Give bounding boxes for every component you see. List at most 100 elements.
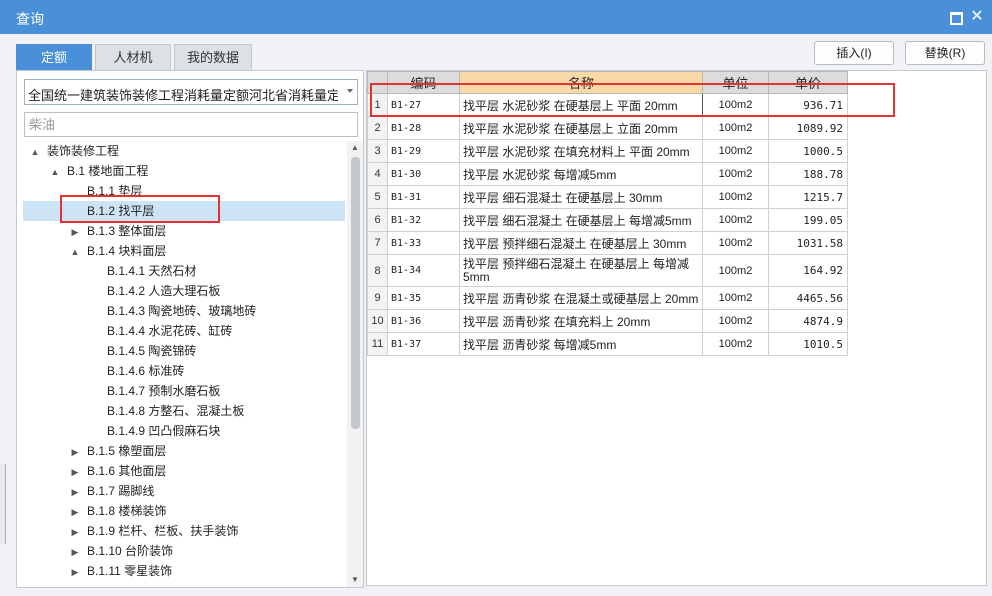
tree-item[interactable]: ▶ B.1.11 零星装饰 bbox=[69, 561, 173, 582]
tree-item[interactable]: B.1.4.3 陶瓷地砖、玻璃地砖 bbox=[89, 301, 256, 321]
expand-icon[interactable]: ▶ bbox=[69, 502, 81, 522]
table-row[interactable]: 9 B1-35 找平层 沥青砂浆 在混凝土或硬基层上 20mm 100m2 4465.5… bbox=[367, 286, 848, 310]
row-index[interactable]: 6 bbox=[367, 208, 388, 232]
table-row[interactable]: 8 B1-34 找平层 预拌细石混凝土 在硬基层上 每增减5mm 100m2 164.9… bbox=[367, 254, 848, 287]
cell-code[interactable]: B1-28 bbox=[387, 116, 460, 140]
expand-icon[interactable]: ▶ bbox=[69, 522, 81, 542]
cell-name[interactable]: 找平层 沥青砂浆 在填充料上 20mm bbox=[459, 309, 703, 333]
cell-code[interactable]: B1-35 bbox=[387, 286, 460, 310]
cell-name[interactable]: 找平层 沥青砂浆 每增减5mm bbox=[459, 332, 703, 356]
cell-unit[interactable]: 100m2 bbox=[702, 231, 769, 255]
tree-item[interactable]: ▶ B.1.7 踢脚线 bbox=[69, 481, 155, 502]
tree-item[interactable]: ▲ B.1 楼地面工程 bbox=[49, 161, 149, 182]
cell-name[interactable]: 找平层 预拌细石混凝土 在硬基层上 30mm bbox=[459, 231, 703, 255]
row-index[interactable]: 10 bbox=[367, 309, 388, 333]
cell-price[interactable]: 1215.7 bbox=[768, 185, 848, 209]
replace-button[interactable]: 替换(R) bbox=[905, 41, 985, 65]
cell-unit[interactable]: 100m2 bbox=[702, 286, 769, 310]
expand-icon[interactable]: ▶ bbox=[69, 482, 81, 502]
cell-price[interactable]: 1000.5 bbox=[768, 139, 848, 163]
table-row[interactable]: 4 B1-30 找平层 水泥砂浆 每增减5mm 100m2 188.78 bbox=[367, 162, 848, 186]
tree-item[interactable]: ▶ B.1.3 整体面层 bbox=[69, 221, 167, 241]
tree-item[interactable]: B.1.4.8 方整石、混凝土板 bbox=[89, 401, 244, 421]
row-index[interactable]: 9 bbox=[367, 286, 388, 310]
tree-item[interactable]: B.1.4.1 天然石材 bbox=[89, 261, 196, 281]
row-index[interactable]: 11 bbox=[367, 332, 388, 356]
cell-code[interactable]: B1-37 bbox=[387, 332, 460, 356]
collapse-icon[interactable]: ▲ bbox=[49, 162, 61, 182]
row-index[interactable]: 4 bbox=[367, 162, 388, 186]
scrollbar-thumb[interactable] bbox=[351, 157, 360, 429]
cell-price[interactable]: 1031.58 bbox=[768, 231, 848, 255]
tab-my-data[interactable]: 我的数据 bbox=[174, 44, 252, 70]
cell-name[interactable]: 找平层 预拌细石混凝土 在硬基层上 每增减5mm bbox=[459, 254, 703, 287]
collapse-icon[interactable]: ▲ bbox=[69, 242, 81, 262]
tree-item[interactable]: ▶ B.1.5 橡塑面层 bbox=[69, 441, 167, 462]
cell-name[interactable]: 找平层 细石混凝土 在硬基层上 30mm bbox=[459, 185, 703, 209]
cell-unit[interactable]: 100m2 bbox=[702, 185, 769, 209]
cell-code[interactable]: B1-32 bbox=[387, 208, 460, 232]
cell-code[interactable]: B1-29 bbox=[387, 139, 460, 163]
tree-item[interactable]: B.1.4.4 水泥花砖、缸砖 bbox=[89, 321, 232, 341]
cell-unit[interactable]: 100m2 bbox=[702, 309, 769, 333]
cell-name[interactable]: 找平层 水泥砂浆 每增减5mm bbox=[459, 162, 703, 186]
tree-scrollbar[interactable]: ▲ ▼ bbox=[347, 141, 363, 587]
cell-price[interactable]: 4465.56 bbox=[768, 286, 848, 310]
table-row[interactable]: 7 B1-33 找平层 预拌细石混凝土 在硬基层上 30mm 100m2 1031.58 bbox=[367, 231, 848, 255]
tree-item[interactable]: ▲ 装饰装修工程 bbox=[29, 141, 119, 161]
cell-unit[interactable]: 100m2 bbox=[702, 139, 769, 163]
cell-name[interactable]: 找平层 水泥砂浆 在填充材料上 平面 20mm bbox=[459, 139, 703, 163]
cell-price[interactable]: 164.92 bbox=[768, 254, 848, 287]
cell-code[interactable]: B1-30 bbox=[387, 162, 460, 186]
chevron-down-icon[interactable] bbox=[347, 89, 353, 93]
tree-item[interactable]: ▶ B.1.10 台阶装饰 bbox=[69, 541, 174, 562]
scroll-up-icon[interactable]: ▲ bbox=[347, 141, 363, 155]
row-index[interactable]: 3 bbox=[367, 139, 388, 163]
tree-item[interactable]: ▶ B.1.9 栏杆、栏板、扶手装饰 bbox=[69, 521, 239, 542]
expand-icon[interactable]: ▶ bbox=[69, 442, 81, 462]
cell-price[interactable]: 199.05 bbox=[768, 208, 848, 232]
close-icon[interactable]: ✕ bbox=[968, 8, 986, 26]
table-row[interactable]: 10 B1-36 找平层 沥青砂浆 在填充料上 20mm 100m2 4874.9 bbox=[367, 309, 848, 333]
table-row[interactable]: 11 B1-37 找平层 沥青砂浆 每增减5mm 100m2 1010.5 bbox=[367, 332, 848, 356]
tree-item[interactable]: ▶ B.1.8 楼梯装饰 bbox=[69, 501, 167, 522]
library-select[interactable]: 全国统一建筑装饰装修工程消耗量定额河北省消耗量定额(20 bbox=[24, 79, 358, 105]
tree-item[interactable]: ▶ B.1.6 其他面层 bbox=[69, 461, 167, 482]
tree-item[interactable]: B.1.4.7 预制水磨石板 bbox=[89, 381, 220, 401]
tree-item[interactable]: ▲ B.1.4 块料面层 bbox=[69, 241, 167, 262]
tab-labor-material-machine[interactable]: 人材机 bbox=[95, 44, 171, 70]
tree-item[interactable]: B.1.4.5 陶瓷锦砖 bbox=[89, 341, 196, 361]
tab-quota[interactable]: 定额 bbox=[16, 44, 92, 70]
search-field[interactable] bbox=[24, 112, 358, 137]
expand-icon[interactable]: ▶ bbox=[69, 542, 81, 562]
cell-code[interactable]: B1-36 bbox=[387, 309, 460, 333]
collapse-icon[interactable]: ▲ bbox=[29, 142, 41, 162]
row-index[interactable]: 5 bbox=[367, 185, 388, 209]
table-row[interactable]: 3 B1-29 找平层 水泥砂浆 在填充材料上 平面 20mm 100m2 1000.5 bbox=[367, 139, 848, 163]
expand-icon[interactable]: ▶ bbox=[69, 562, 81, 582]
table-row[interactable]: 5 B1-31 找平层 细石混凝土 在硬基层上 30mm 100m2 1215.7 bbox=[367, 185, 848, 209]
cell-unit[interactable]: 100m2 bbox=[702, 208, 769, 232]
cell-unit[interactable]: 100m2 bbox=[702, 254, 769, 287]
cell-code[interactable]: B1-31 bbox=[387, 185, 460, 209]
tree-item[interactable]: B.1.4.6 标准砖 bbox=[89, 361, 184, 381]
cell-price[interactable]: 188.78 bbox=[768, 162, 848, 186]
cell-price[interactable]: 1089.92 bbox=[768, 116, 848, 140]
tree-item[interactable]: B.1.4.9 凹凸假麻石块 bbox=[89, 421, 220, 441]
cell-price[interactable]: 1010.5 bbox=[768, 332, 848, 356]
table-row[interactable]: 2 B1-28 找平层 水泥砂浆 在硬基层上 立面 20mm 100m2 1089.92 bbox=[367, 116, 848, 140]
table-row[interactable]: 6 B1-32 找平层 细石混凝土 在硬基层上 每增减5mm 100m2 199.05 bbox=[367, 208, 848, 232]
insert-button[interactable]: 插入(I) bbox=[814, 41, 894, 65]
cell-name[interactable]: 找平层 沥青砂浆 在混凝土或硬基层上 20mm bbox=[459, 286, 703, 310]
expand-icon[interactable]: ▶ bbox=[69, 462, 81, 482]
row-index[interactable]: 2 bbox=[367, 116, 388, 140]
row-index[interactable]: 8 bbox=[367, 254, 388, 287]
maximize-icon[interactable] bbox=[946, 8, 964, 26]
search-input[interactable] bbox=[25, 113, 357, 136]
cell-unit[interactable]: 100m2 bbox=[702, 332, 769, 356]
cell-name[interactable]: 找平层 水泥砂浆 在硬基层上 立面 20mm bbox=[459, 116, 703, 140]
cell-code[interactable]: B1-33 bbox=[387, 231, 460, 255]
tree-item[interactable]: B.1.4.2 人造大理石板 bbox=[89, 281, 220, 301]
row-index[interactable]: 7 bbox=[367, 231, 388, 255]
cell-code[interactable]: B1-34 bbox=[387, 254, 460, 287]
